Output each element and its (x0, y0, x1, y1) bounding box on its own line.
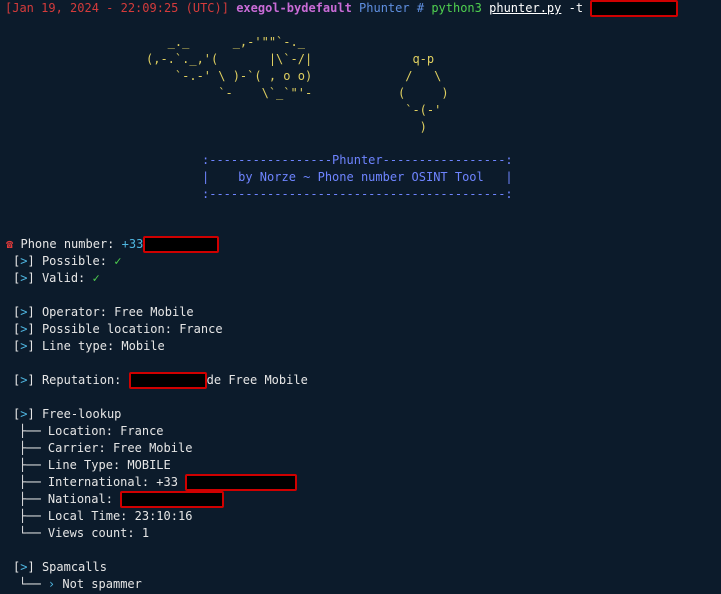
prompt-script: phunter.py (489, 1, 562, 15)
free-lookup-views: └── Views count: 1 (19, 526, 150, 540)
check-icon: ✓ (114, 254, 122, 268)
free-lookup-location: ├── Location: France (19, 424, 164, 438)
phone-prefix: +33 (121, 237, 144, 251)
ascii-right-line-5: ) (398, 120, 427, 134)
phone-label: Phone number: (20, 237, 115, 251)
check-icon: ✓ (92, 271, 100, 285)
prompt-host: exegol-bydefault (236, 1, 352, 15)
ascii-cat-line-3: `-.-' \ )-`( , o o) (146, 69, 313, 83)
free-lookup-international: ├── International: +33 (19, 474, 298, 491)
redacted-phone (143, 236, 220, 253)
free-lookup-national: ├── National: (19, 491, 225, 508)
free-lookup-title: [>] Free-lookup (13, 407, 122, 421)
redacted-target (590, 0, 679, 17)
possible-line: [>] Possible: ✓ (13, 254, 122, 268)
free-lookup-line-type: ├── Line Type: MOBILE (19, 458, 171, 472)
ascii-right-line-2: / \ (398, 69, 442, 83)
spamcalls-title: [>] Spamcalls (13, 560, 107, 574)
line-type-line: [>] Line type: Mobile (13, 339, 165, 353)
prompt-command: python3 (431, 1, 482, 15)
redacted-reputation (128, 372, 207, 389)
phone-icon: ☎ (6, 237, 14, 251)
prompt-cwd: Phunter (359, 1, 410, 15)
prompt-flag: -t (568, 1, 584, 15)
chevron-right-icon: › (47, 577, 56, 591)
valid-label: Valid: (41, 271, 86, 285)
ascii-right-line-3: ( ) (398, 86, 449, 100)
reputation-suffix: de Free Mobile (206, 373, 308, 387)
redacted-national (120, 491, 225, 508)
banner-middle: | by Norze ~ Phone number OSINT Tool | (202, 170, 513, 184)
possible-label: Possible: (41, 254, 107, 268)
terminal-window: [Jan 19, 2024 - 22:09:25 (UTC)] exegol-b… (0, 0, 721, 594)
banner-top: :-----------------Phunter---------------… (202, 153, 513, 167)
reputation-line: [>] Reputation: de Free Mobile (13, 372, 308, 389)
ascii-cat-line-4: `- \`_`"'- (146, 86, 313, 100)
ascii-cat-line-2: (,-.`._,'( |\`-/| (146, 52, 313, 66)
free-lookup-carrier: ├── Carrier: Free Mobile (19, 441, 193, 455)
banner-bottom: :---------------------------------------… (202, 187, 513, 201)
operator-line: [>] Operator: Free Mobile (13, 305, 194, 319)
location-line: [>] Possible location: France (13, 322, 223, 336)
phone-number-line: ☎ Phone number: +33 (6, 236, 220, 253)
valid-line: [>] Valid: ✓ (13, 271, 100, 285)
prompt-timestamp: Jan 19, 2024 - 22:09:25 (UTC) (12, 1, 222, 15)
redacted-international (185, 474, 298, 491)
prompt-line: [Jan 19, 2024 - 22:09:25 (UTC)] exegol-b… (5, 0, 679, 17)
reputation-label: Reputation: (41, 373, 122, 387)
prompt-symbol: # (416, 1, 425, 15)
spamcalls-result: └── › Not spammer (19, 577, 142, 591)
free-lookup-local-time: ├── Local Time: 23:10:16 (19, 509, 193, 523)
ascii-cat-line-1: _._ _,-'""`-._ (146, 35, 305, 49)
ascii-right-line-1: q-p (398, 52, 435, 66)
ascii-right-line-4: `-(-' (398, 103, 442, 117)
